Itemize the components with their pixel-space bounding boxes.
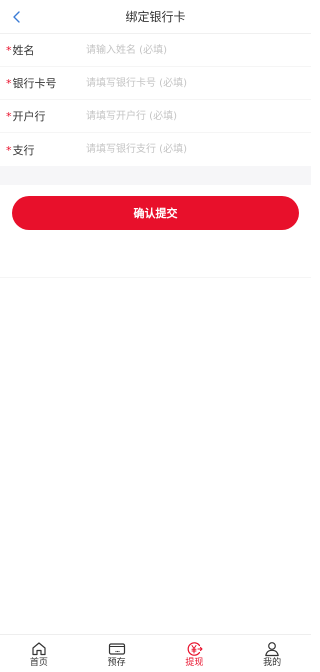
- user-icon: [263, 640, 281, 657]
- bank-input[interactable]: [86, 104, 311, 128]
- required-mark: *: [6, 44, 12, 57]
- card-number-input[interactable]: [86, 71, 311, 95]
- name-input[interactable]: [86, 38, 311, 62]
- field-label-branch: *支行: [0, 142, 86, 158]
- tab-home[interactable]: 首页: [0, 635, 78, 672]
- top-nav-bar: 绑定银行卡: [0, 0, 311, 34]
- bank-card-form: *姓名 *银行卡号 *开户行 *支行: [0, 34, 311, 166]
- bottom-tab-bar: 首页 预存 提现 我的: [0, 634, 311, 672]
- wallet-card-icon: [108, 640, 126, 657]
- form-row-card-number: *银行卡号: [0, 67, 311, 100]
- tab-prestore[interactable]: 预存: [78, 635, 156, 672]
- field-label-name: *姓名: [0, 42, 86, 58]
- field-label-bank: *开户行: [0, 108, 86, 124]
- field-label-card-number: *银行卡号: [0, 75, 86, 91]
- tab-label: 提现: [185, 658, 204, 668]
- submit-button[interactable]: 确认提交: [12, 196, 299, 230]
- divider: [0, 277, 311, 278]
- home-icon: [30, 640, 48, 657]
- required-mark: *: [6, 77, 12, 90]
- field-label-text: 开户行: [12, 110, 46, 123]
- back-button[interactable]: [6, 6, 28, 28]
- branch-input[interactable]: [86, 137, 311, 162]
- field-label-text: 姓名: [12, 44, 35, 57]
- tab-label: 首页: [29, 658, 48, 668]
- page-title: 绑定银行卡: [125, 10, 186, 24]
- tab-label: 预存: [107, 658, 126, 668]
- tab-label: 我的: [263, 658, 282, 668]
- required-mark: *: [6, 110, 12, 123]
- tab-withdraw[interactable]: 提现: [156, 635, 234, 672]
- form-row-name: *姓名: [0, 34, 311, 67]
- form-row-branch: *支行: [0, 133, 311, 166]
- tab-mine[interactable]: 我的: [233, 635, 311, 672]
- field-label-text: 银行卡号: [12, 77, 57, 90]
- section-separator: [0, 166, 311, 185]
- required-mark: *: [6, 143, 12, 157]
- bind-bank-card-page: 绑定银行卡 *姓名 *银行卡号 *开户行 *支行 确认提交: [0, 0, 311, 672]
- chevron-left-icon: [13, 11, 20, 23]
- form-row-bank: *开户行: [0, 100, 311, 133]
- yuan-withdraw-icon: [185, 640, 203, 657]
- field-label-text: 支行: [12, 143, 35, 157]
